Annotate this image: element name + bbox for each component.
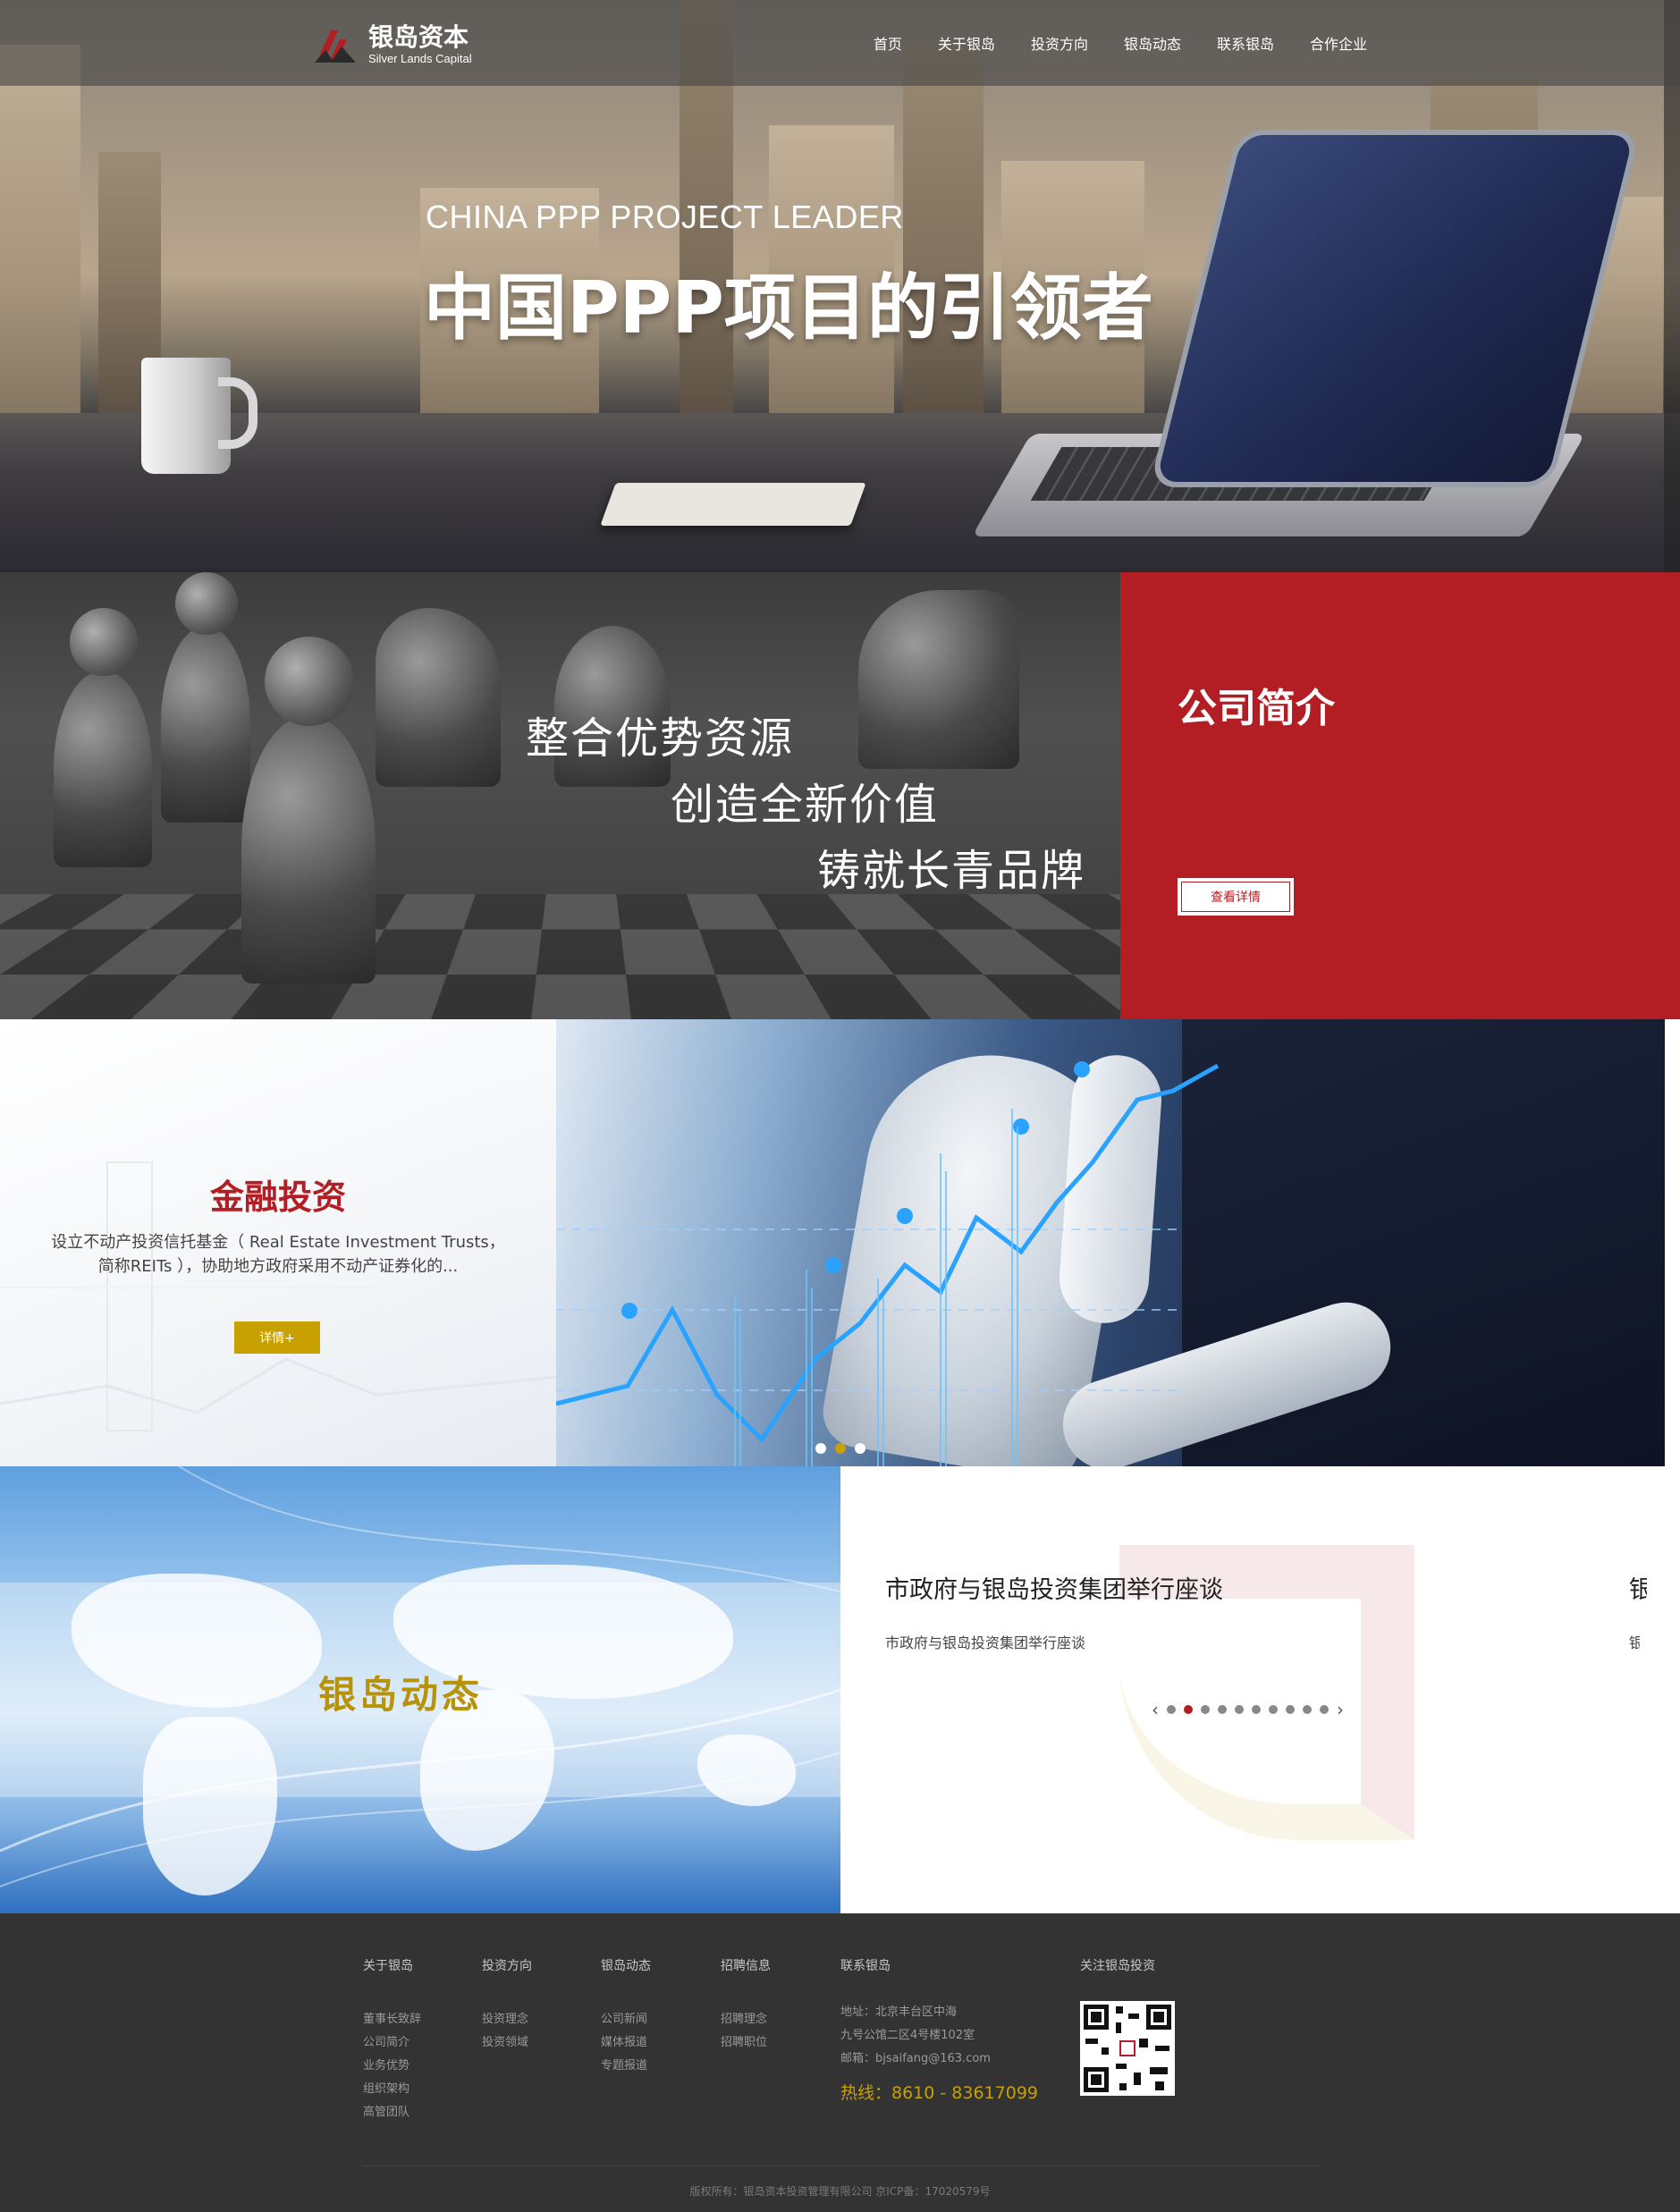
- chess-piece: [858, 590, 1019, 769]
- chess-piece: [161, 626, 250, 823]
- chess-piece-head: [175, 572, 238, 635]
- hero-banner: 银岛资本 Silver Lands Capital 首页 关于银岛 投资方向 银…: [0, 0, 1680, 572]
- world-map-banner: 银岛动态: [0, 1466, 840, 1913]
- chevron-right-icon[interactable]: ›: [1337, 1699, 1344, 1720]
- pager-dot[interactable]: [1269, 1705, 1278, 1714]
- contact-hotline: 热线：8610 - 83617099: [840, 2083, 1038, 2103]
- nav-item-partners[interactable]: 合作企业: [1310, 32, 1367, 54]
- footer-column-news: 银岛动态 公司新闻 媒体报道 专题报道: [601, 1956, 651, 2078]
- footer-link[interactable]: 招聘理念: [721, 2008, 771, 2031]
- pager-dot[interactable]: [1252, 1705, 1261, 1714]
- footer-column-jobs: 招聘信息 招聘理念 招聘职位: [721, 1956, 771, 2055]
- finance-description: 设立不动产投资信托基金（ Real Estate Investment Trus…: [51, 1233, 505, 1276]
- pager-dot[interactable]: [1218, 1705, 1227, 1714]
- slider-dot[interactable]: [815, 1443, 826, 1454]
- chevron-left-icon[interactable]: ‹: [1152, 1699, 1159, 1720]
- footer-column-about: 关于银岛 董事长致辞 公司简介 业务优势 组织架构 高管团队: [363, 1956, 421, 2124]
- slogan-line-3: 铸就长青品牌: [817, 846, 1086, 896]
- footer-contact: 联系银岛 地址：北京丰台区中海 九号公馆二区4号楼102室 邮箱：bjsaifa…: [840, 1956, 1038, 2105]
- footer-link[interactable]: 组织架构: [363, 2078, 421, 2101]
- footer-link[interactable]: 高管团队: [363, 2101, 421, 2124]
- stock-trend-graphic: [556, 1061, 1220, 1466]
- next-news-title-peek: 银: [1629, 1576, 1647, 1604]
- news-pager: ‹ ›: [1152, 1699, 1344, 1720]
- finance-title: 金融投资: [209, 1178, 346, 1217]
- footer-link[interactable]: 招聘职位: [721, 2031, 771, 2055]
- hero-building: [903, 45, 984, 420]
- footer-link[interactable]: 公司简介: [363, 2031, 421, 2055]
- coffee-mug-image: [141, 358, 257, 474]
- contact-email: 邮箱：bjsaifang@163.com: [840, 2052, 991, 2065]
- logo-mark-icon: [315, 30, 356, 63]
- chess-piece: [54, 671, 152, 867]
- pager-dot[interactable]: [1235, 1705, 1244, 1714]
- chess-piece-head: [70, 608, 138, 676]
- scroll-edge: [1664, 0, 1680, 572]
- top-navbar: 银岛资本 Silver Lands Capital 首页 关于银岛 投资方向 银…: [0, 0, 1680, 86]
- footer-link[interactable]: 业务优势: [363, 2055, 421, 2078]
- chess-piece-head: [265, 637, 354, 726]
- nav-item-news[interactable]: 银岛动态: [1124, 32, 1181, 54]
- footer-column-title: 联系银岛: [840, 1959, 891, 1973]
- footer-link[interactable]: 公司新闻: [601, 2008, 651, 2031]
- nav-item-home[interactable]: 首页: [874, 32, 902, 54]
- slogan-line-1: 整合优势资源: [526, 713, 795, 764]
- slider-dot-active[interactable]: [835, 1443, 846, 1454]
- contact-address-line1: 地址：北京丰台区中海: [840, 2005, 958, 2019]
- chessboard: [0, 893, 1120, 1019]
- finance-image-panel: [556, 1019, 1665, 1466]
- footer-link[interactable]: 媒体报道: [601, 2031, 651, 2055]
- footer-link[interactable]: 专题报道: [601, 2055, 651, 2078]
- footer-column-title: 关注银岛投资: [1080, 1959, 1155, 1973]
- footer-link[interactable]: 投资领域: [482, 2031, 532, 2055]
- pager-dot[interactable]: [1303, 1705, 1312, 1714]
- news-carousel: 市政府与银岛投资集团举行座谈 市政府与银岛投资集团举行座谈 银 银 ‹ ›: [840, 1466, 1680, 1913]
- finance-investment-section: 金融投资 设立不动产投资信托基金（ Real Estate Investment…: [0, 1019, 1680, 1466]
- slogan-line-2: 创造全新价值: [671, 780, 940, 830]
- news-item-title[interactable]: 市政府与银岛投资集团举行座谈: [885, 1570, 1223, 1605]
- hero-title: 中国PPP项目的引领者: [424, 266, 1153, 350]
- main-nav: 首页 关于银岛 投资方向 银岛动态 联系银岛 合作企业: [874, 32, 1367, 54]
- footer-column-title: 投资方向: [482, 1959, 532, 1973]
- hero-building: [0, 45, 80, 420]
- wechat-qr-code: [1080, 2001, 1175, 2096]
- pager-dot[interactable]: [1286, 1705, 1295, 1714]
- footer-link[interactable]: 董事长致辞: [363, 2008, 421, 2031]
- pager-dot[interactable]: [1320, 1705, 1329, 1714]
- copyright-text: 版权所有：银岛资本投资管理有限公司 京ICP备：17020579号: [689, 2185, 991, 2198]
- company-intro-section: 整合优势资源 创造全新价值 铸就长青品牌 公司简介 查看详情: [0, 572, 1680, 1019]
- logo-name-en: Silver Lands Capital: [368, 52, 472, 65]
- pager-dot-active[interactable]: [1184, 1705, 1193, 1714]
- company-intro-panel: 公司简介 查看详情: [1120, 572, 1680, 1019]
- contact-address-line2: 九号公馆二区4号楼102室: [840, 2029, 975, 2042]
- finance-slider-dots: [815, 1443, 865, 1454]
- footer-column-investment: 投资方向 投资理念 投资领域: [482, 1956, 532, 2055]
- footer-column-title: 招聘信息: [721, 1959, 771, 1973]
- pager-dot[interactable]: [1167, 1705, 1176, 1714]
- pager-dot[interactable]: [1201, 1705, 1210, 1714]
- chess-background-image: 整合优势资源 创造全新价值 铸就长青品牌: [0, 572, 1120, 1019]
- nav-item-contact[interactable]: 联系银岛: [1217, 32, 1274, 54]
- notebook-image: [600, 483, 866, 526]
- logo-name-cn: 银岛资本: [368, 22, 469, 52]
- news-item-desc: 市政府与银岛投资集团举行座谈: [885, 1634, 1086, 1651]
- finance-text-panel: 金融投资 设立不动产投资信托基金（ Real Estate Investment…: [0, 1019, 556, 1466]
- chess-piece: [241, 715, 376, 984]
- footer-column-title: 银岛动态: [601, 1959, 651, 1973]
- nav-item-investment[interactable]: 投资方向: [1031, 32, 1088, 54]
- finance-details-button[interactable]: 详情+: [234, 1321, 320, 1354]
- footer-column-title: 关于银岛: [363, 1959, 413, 1973]
- next-news-desc-peek: 银: [1629, 1634, 1640, 1651]
- footer-follow: 关注银岛投资: [1080, 1956, 1175, 2096]
- company-intro-title: 公司简介: [1178, 686, 1335, 731]
- nav-item-about[interactable]: 关于银岛: [938, 32, 995, 54]
- footer-link[interactable]: 投资理念: [482, 2008, 532, 2031]
- news-section-title: 银岛动态: [318, 1673, 484, 1717]
- news-section: 银岛动态 市政府与银岛投资集团举行座谈 市政府与银岛投资集团举行座谈 银 银 ‹…: [0, 1466, 1680, 1913]
- chess-piece: [376, 608, 501, 787]
- site-footer: 关于银岛 董事长致辞 公司简介 业务优势 组织架构 高管团队 投资方向 投资理念…: [0, 1913, 1680, 2212]
- slider-dot[interactable]: [855, 1443, 865, 1454]
- hero-subtitle: CHINA PPP PROJECT LEADER: [426, 198, 904, 235]
- view-details-button[interactable]: 查看详情: [1178, 878, 1294, 916]
